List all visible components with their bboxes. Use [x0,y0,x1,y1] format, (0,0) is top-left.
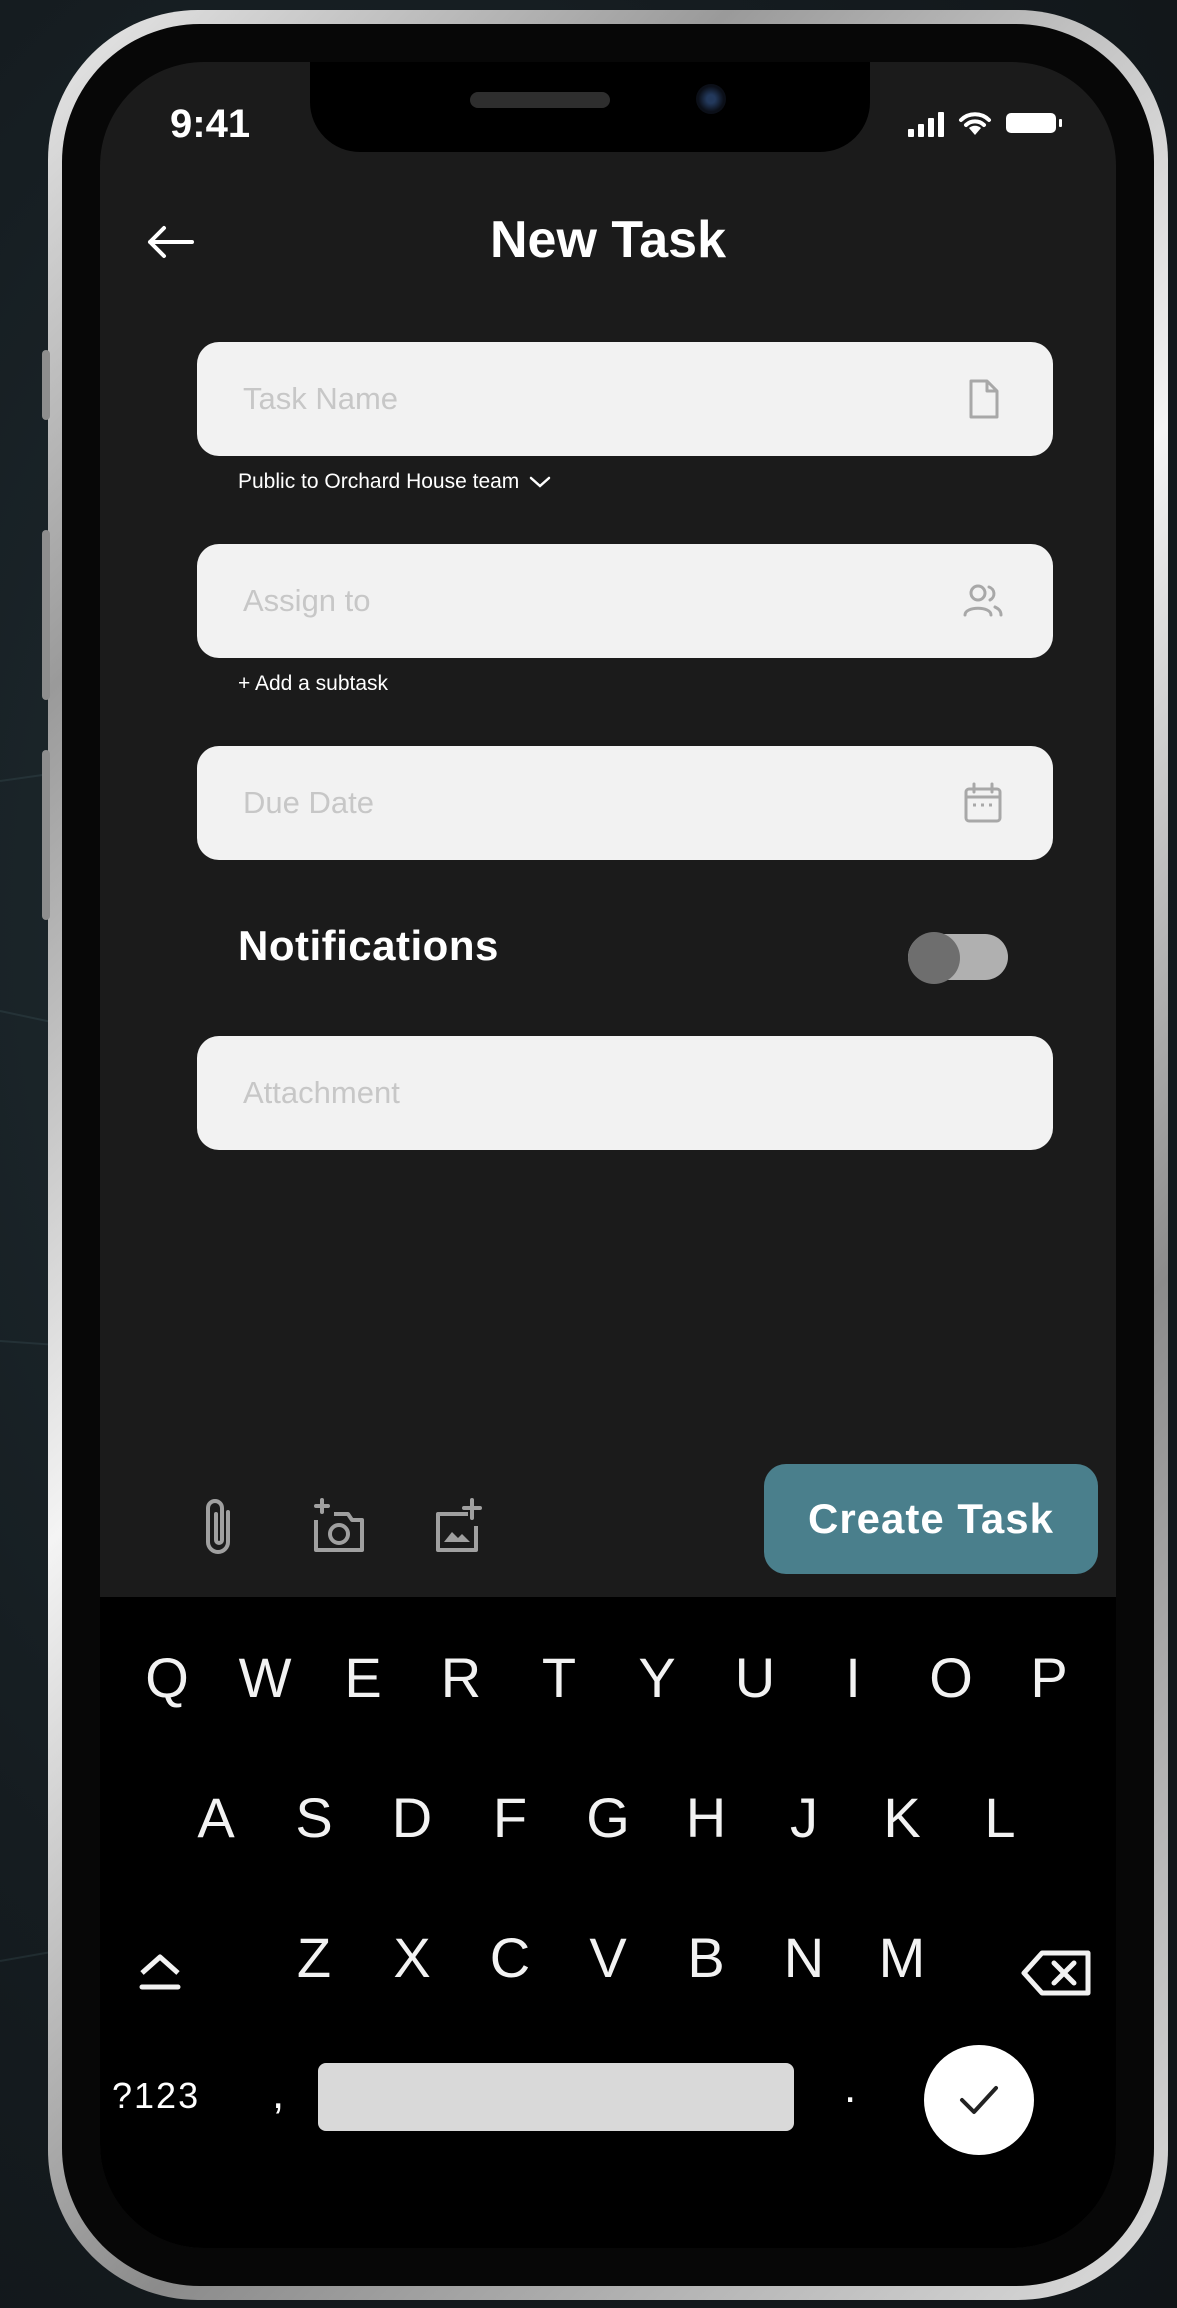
create-task-button[interactable]: Create Task [764,1464,1098,1574]
status-time: 9:41 [170,102,251,146]
backspace-icon[interactable] [1018,1945,1096,2001]
notifications-label: Notifications [238,922,499,969]
task-name-placeholder: Task Name [243,381,399,416]
keyboard-row-3: Z X C V B N M [100,1925,1116,1990]
key-o[interactable]: O [902,1645,1000,1710]
app-screen: 9:41 New Task Task Name Public to Orchar… [100,62,1116,2248]
key-u[interactable]: U [706,1645,804,1710]
visibility-dropdown[interactable]: Public to Orchard House team [238,470,551,494]
phone-frame: 9:41 New Task Task Name Public to Orchar… [42,10,1168,2300]
comma-key[interactable]: , [272,2069,284,2119]
key-t[interactable]: T [510,1645,608,1710]
symbols-key[interactable]: ?123 [112,2075,200,2117]
key-l[interactable]: L [951,1785,1049,1850]
key-g[interactable]: G [559,1785,657,1850]
due-date-placeholder: Due Date [243,785,374,820]
speaker-grille [470,92,610,108]
assign-to-placeholder: Assign to [243,583,371,618]
key-a[interactable]: A [167,1785,265,1850]
status-icons [908,107,1062,137]
key-w[interactable]: W [216,1645,314,1710]
notifications-toggle[interactable] [908,932,1008,984]
key-d[interactable]: D [363,1785,461,1850]
key-r[interactable]: R [412,1645,510,1710]
key-n[interactable]: N [755,1925,853,1990]
add-photo-camera-icon[interactable] [308,1492,368,1562]
due-date-field[interactable]: Due Date [197,746,1053,860]
people-icon [963,584,1003,617]
key-e[interactable]: E [314,1645,412,1710]
attachment-field[interactable]: Attachment [197,1036,1053,1150]
key-x[interactable]: X [363,1925,461,1990]
keyboard-row-1: Q W E R T Y U I O P [100,1645,1116,1710]
front-camera [696,84,726,114]
document-icon [969,379,999,419]
keyboard-row-2: A S D F G H J K L [100,1785,1116,1850]
cellular-signal-icon [908,109,944,137]
attachment-placeholder: Attachment [243,1075,400,1110]
key-j[interactable]: J [755,1785,853,1850]
keyboard: Q W E R T Y U I O P A S D F G H J K L Z … [100,1597,1116,2248]
key-s[interactable]: S [265,1785,363,1850]
period-key[interactable]: . [844,2063,856,2113]
calendar-icon [964,782,1002,823]
add-image-icon[interactable] [430,1492,490,1562]
mute-switch [42,350,50,420]
paperclip-icon[interactable] [190,1492,250,1562]
key-z[interactable]: Z [265,1925,363,1990]
space-bar[interactable] [318,2063,794,2131]
page-title: New Task [489,211,727,269]
key-b[interactable]: B [657,1925,755,1990]
toggle-knob [908,932,960,984]
key-q[interactable]: Q [118,1645,216,1710]
key-v[interactable]: V [559,1925,657,1990]
add-subtask-link[interactable]: + Add a subtask [238,672,388,696]
key-i[interactable]: I [804,1645,902,1710]
task-name-field[interactable]: Task Name [197,342,1053,456]
battery-icon [1006,113,1062,133]
assign-to-field[interactable]: Assign to [197,544,1053,658]
wifi-icon [959,112,991,135]
volume-down-button [42,750,50,920]
key-m[interactable]: M [853,1925,951,1990]
key-k[interactable]: K [853,1785,951,1850]
volume-up-button [42,530,50,700]
key-h[interactable]: H [657,1785,755,1850]
key-c[interactable]: C [461,1925,559,1990]
chevron-down-icon [530,476,551,488]
key-y[interactable]: Y [608,1645,706,1710]
visibility-label: Public to Orchard House team [238,470,520,493]
key-f[interactable]: F [461,1785,559,1850]
enter-key[interactable] [924,2045,1034,2155]
key-p[interactable]: P [1000,1645,1098,1710]
checkmark-icon [960,2086,998,2114]
